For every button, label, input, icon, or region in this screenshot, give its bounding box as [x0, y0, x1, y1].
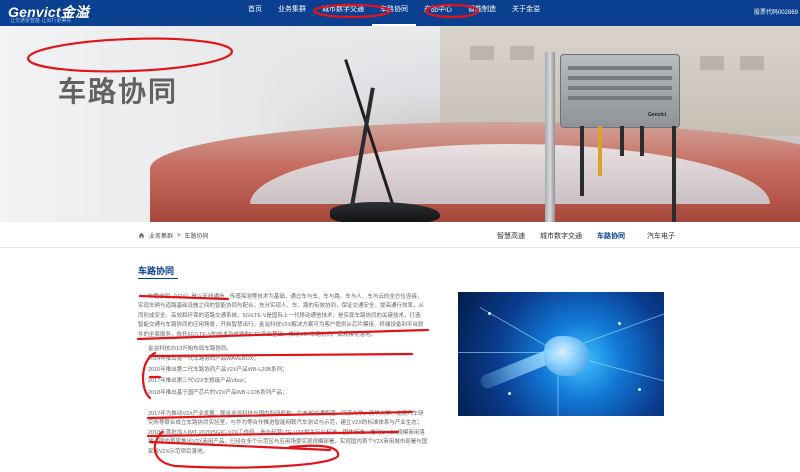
top-nav: Genvict金溢 让交通更智能 让出行更美好 首页 业务集群 城市数字交通 车… — [0, 0, 800, 26]
nav-item-manufacturing[interactable]: 智能制造 — [460, 0, 504, 26]
device-fin — [568, 86, 672, 90]
light-dot — [508, 392, 511, 395]
device-fin — [568, 96, 672, 100]
nav-item-v2x[interactable]: 车路协同 — [372, 0, 416, 26]
hero-window — [470, 46, 494, 60]
history-heading: 金溢科技2013开始布局车路协同。 — [148, 346, 232, 352]
device-label: Genvict — [648, 112, 667, 118]
breadcrumb: 业务集群 > 车路协同 — [138, 231, 209, 240]
home-icon[interactable] — [138, 232, 145, 239]
light-dot — [488, 312, 491, 315]
nav-item-business[interactable]: 业务集群 — [270, 0, 314, 26]
breadcrumb-item[interactable]: 业务集群 — [149, 231, 173, 240]
history-item: 2017年推出第三代V2X车规级产品Vbox； — [148, 378, 250, 385]
intro-paragraph: 车路协同（V2X）是以无线通信、传感探测等技术为基础，通过车与车、车与路、车与人… — [138, 294, 425, 338]
brand-logo[interactable]: Genvict金溢 让交通更智能 让出行更美好 — [8, 2, 128, 24]
hero-title: 车路协同 — [58, 76, 179, 107]
light-dot — [618, 322, 621, 325]
device-fin — [568, 76, 672, 80]
subnav-item-v2x[interactable]: 车路协同 — [586, 231, 636, 241]
history-list: 2014年推出第一代车路协同产品WAVEBOX； 2016年推出第二代车路协同产… — [148, 354, 428, 399]
title-underline — [138, 278, 178, 279]
logo-tagline: 让交通更智能 让出行更美好 — [10, 18, 72, 24]
device-fin — [568, 66, 672, 70]
hero-window — [740, 56, 764, 70]
breadcrumb-item[interactable]: 车路协同 — [185, 231, 209, 240]
nav-item-about[interactable]: 关于金溢 — [504, 0, 548, 26]
breadcrumb-bar: 业务集群 > 车路协同 智慧高速 城市数字交通 车路协同 汽车电子 — [0, 222, 800, 248]
subnav-item-auto-electronics[interactable]: 汽车电子 — [636, 231, 686, 241]
v2x-promo-image — [458, 292, 664, 416]
history-item: 2014年推出第一代车路协同产品WAVEBOX； — [148, 356, 259, 362]
light-dot — [638, 388, 641, 391]
device-cable — [672, 126, 676, 222]
history-item: 2018年推出基于国产芯片的V2X产品WB-L10B系列产品； — [148, 389, 288, 396]
section-title: 车路协同 — [138, 266, 175, 276]
history-item: 2016年推出第二代车路协同产品V2X产品WB-L20B系列； — [148, 367, 288, 374]
nav-item-home[interactable]: 首页 — [240, 0, 270, 26]
nav-menu: 首页 业务集群 城市数字交通 车路协同 产品中心 智能制造 关于金溢 — [240, 0, 548, 26]
robot-hand — [544, 336, 590, 376]
subnav-item-city-traffic[interactable]: 城市数字交通 — [536, 231, 586, 241]
breadcrumb-separator: > — [177, 232, 181, 239]
hero-window — [700, 56, 724, 70]
sub-nav: 智慧高速 城市数字交通 车路协同 汽车电子 — [486, 231, 686, 241]
hero-window — [510, 46, 534, 60]
stock-code: 股票代码002869 — [753, 10, 798, 16]
nav-item-products[interactable]: 产品中心 — [416, 0, 460, 26]
device-cable — [580, 126, 584, 196]
device-cable — [620, 126, 624, 156]
hero-banner: Genvict 车路协同 — [0, 26, 800, 222]
subnav-item-highway[interactable]: 智慧高速 — [486, 231, 536, 241]
history-paragraph: 2017年为推动V2X产业发展，联合金溢科技与国内科研机构、广东省交通集团、同济… — [148, 411, 428, 455]
device-pole — [545, 52, 555, 222]
device-cable — [598, 126, 602, 176]
nav-item-city-traffic[interactable]: 城市数字交通 — [314, 0, 372, 26]
device-cable — [640, 126, 644, 156]
